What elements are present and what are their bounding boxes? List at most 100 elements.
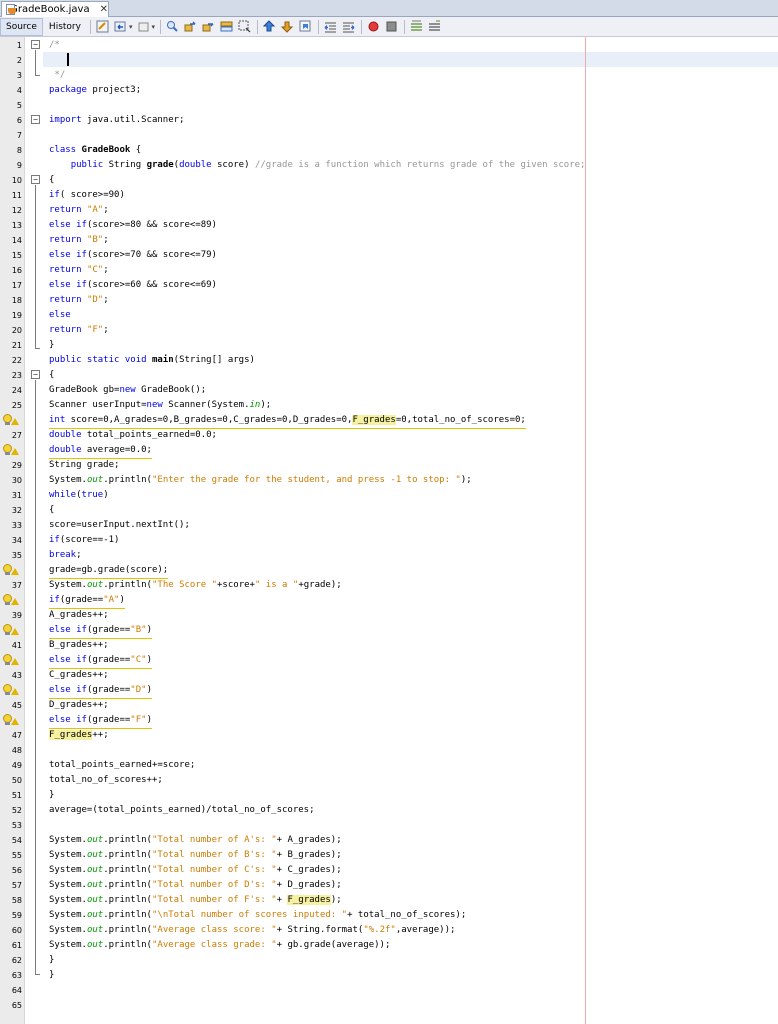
forward-icon[interactable] (135, 19, 151, 35)
previous-bookmark-icon[interactable] (262, 19, 278, 35)
code-text[interactable]: return "B"; (49, 233, 109, 248)
code-line[interactable]: 53 (0, 818, 778, 833)
code-line[interactable]: 64 (0, 983, 778, 998)
history-view-tab[interactable]: History (43, 18, 87, 36)
source-view-tab[interactable]: Source (0, 17, 43, 36)
code-line[interactable]: 38if(grade=="A") (0, 593, 778, 609)
code-text[interactable]: return "D"; (49, 293, 109, 308)
code-line[interactable]: 8 class GradeBook { (0, 143, 778, 158)
code-text[interactable]: else if(score>=60 && score<=69) (49, 278, 217, 293)
back-icon[interactable] (113, 19, 129, 35)
code-line[interactable]: 63} (0, 968, 778, 983)
code-text[interactable]: return "C"; (49, 263, 109, 278)
code-text[interactable]: /* (49, 38, 60, 53)
code-text[interactable]: C_grades++; (49, 668, 109, 683)
warning-hint-icon[interactable] (3, 714, 21, 727)
shift-right-icon[interactable] (341, 19, 357, 35)
code-line[interactable]: 10 { (0, 173, 778, 188)
code-text[interactable]: while(true) (49, 488, 109, 503)
code-text[interactable]: double average=0.0; (49, 443, 152, 459)
code-text[interactable]: System.out.println("\nTotal number of sc… (49, 908, 466, 923)
code-text[interactable]: class GradeBook { (49, 143, 141, 158)
code-line[interactable]: 57 System.out.println("Total number of D'… (0, 878, 778, 893)
code-line[interactable]: 16 return "C"; (0, 263, 778, 278)
code-text[interactable]: System.out.println("Total number of B's:… (49, 848, 342, 863)
code-line[interactable]: 18 return "D"; (0, 293, 778, 308)
code-text[interactable]: total_points_earned+=score; (49, 758, 195, 773)
comment-icon[interactable] (409, 19, 425, 35)
code-text[interactable]: if(grade=="A") (49, 593, 125, 609)
code-line[interactable]: 31 while(true) (0, 488, 778, 503)
code-text[interactable]: else if(score>=70 && score<=79) (49, 248, 217, 263)
code-text[interactable]: */ (49, 68, 65, 83)
find-selection-icon[interactable] (165, 19, 181, 35)
code-line[interactable]: 65 (0, 998, 778, 1013)
code-line[interactable]: 32 { (0, 503, 778, 518)
code-text[interactable]: if(score==-1) (49, 533, 119, 548)
code-text[interactable]: break; (49, 548, 82, 563)
code-text[interactable]: Scanner userInput=new Scanner(System.in)… (49, 398, 271, 413)
code-line[interactable]: 37 System.out.println("The Score "+score+… (0, 578, 778, 593)
code-text[interactable]: if( score>=90) (49, 188, 125, 203)
code-line[interactable]: 1 /* (0, 38, 778, 53)
code-text[interactable]: System.out.println("Total number of D's:… (49, 878, 342, 893)
code-line[interactable]: 33 score=userInput.nextInt(); (0, 518, 778, 533)
code-text[interactable]: System.out.println("Average class grade:… (49, 938, 390, 953)
code-line[interactable]: 36grade=gb.grade(score); (0, 563, 778, 579)
code-text[interactable]: GradeBook gb=new GradeBook(); (49, 383, 206, 398)
code-line[interactable]: 28double average=0.0; (0, 443, 778, 459)
code-text[interactable]: return "A"; (49, 203, 109, 218)
code-line[interactable]: 20 return "F"; (0, 323, 778, 338)
code-line[interactable]: 7 (0, 128, 778, 143)
code-text[interactable]: B_grades++; (49, 638, 109, 653)
code-line[interactable]: 50 total_no_of_scores++; (0, 773, 778, 788)
warning-hint-icon[interactable] (3, 594, 21, 607)
code-line[interactable]: 27 double total_points_earned=0.0; (0, 428, 778, 443)
warning-hint-icon[interactable] (3, 564, 21, 577)
code-line[interactable]: 41 B_grades++; (0, 638, 778, 653)
warning-hint-icon[interactable] (3, 654, 21, 667)
toggle-rectangular-selection-icon[interactable] (237, 19, 253, 35)
code-text[interactable]: average=(total_points_earned)/total_no_o… (49, 803, 315, 818)
code-text[interactable]: { (49, 173, 54, 188)
toggle-bookmark-icon[interactable] (298, 19, 314, 35)
code-text[interactable]: A_grades++; (49, 608, 109, 623)
warning-hint-icon[interactable] (3, 444, 21, 457)
code-line[interactable]: 34 if(score==-1) (0, 533, 778, 548)
code-text[interactable]: grade=gb.grade(score); (49, 563, 169, 579)
code-line[interactable]: 13 else if(score>=80 && score<=89) (0, 218, 778, 233)
code-line[interactable]: 52 average=(total_points_earned)/total_no… (0, 803, 778, 818)
back-dropdown-icon[interactable]: ▾ (129, 23, 133, 31)
code-line[interactable]: 35 break; (0, 548, 778, 563)
code-text[interactable]: else if(score>=80 && score<=89) (49, 218, 217, 233)
code-text[interactable]: public String grade(double score) //grad… (49, 158, 586, 173)
code-text[interactable]: { (49, 368, 54, 383)
code-text[interactable]: } (49, 953, 54, 968)
next-bookmark-icon[interactable] (280, 19, 296, 35)
uncomment-icon[interactable] (427, 19, 443, 35)
code-line[interactable]: 21} (0, 338, 778, 353)
find-next-icon[interactable] (201, 19, 217, 35)
code-line[interactable]: 45 D_grades++; (0, 698, 778, 713)
code-text[interactable]: } (49, 338, 54, 353)
code-text[interactable]: System.out.println("Total number of F's:… (49, 893, 342, 908)
code-line[interactable]: 47 F_grades++; (0, 728, 778, 743)
code-line[interactable]: 44else if(grade=="D") (0, 683, 778, 699)
code-text[interactable]: score=userInput.nextInt(); (49, 518, 190, 533)
code-text[interactable]: System.out.println("The Score "+score+" … (49, 578, 342, 593)
code-line[interactable]: 9 public String grade(double score) //gr… (0, 158, 778, 173)
code-line[interactable]: 22 public static void main(String[] args) (0, 353, 778, 368)
code-text[interactable]: System.out.println("Total number of A's:… (49, 833, 342, 848)
code-line[interactable]: 54 System.out.println("Total number of A'… (0, 833, 778, 848)
code-line[interactable]: 60 System.out.println("Average class scor… (0, 923, 778, 938)
code-line[interactable]: 55 System.out.println("Total number of B'… (0, 848, 778, 863)
code-line[interactable]: 23 { (0, 368, 778, 383)
code-line[interactable]: 25 Scanner userInput=new Scanner(System.i… (0, 398, 778, 413)
code-editor[interactable]: − − − − 1/* 2 3 */4 package project3; 5 6 impo… (0, 37, 778, 1024)
code-text[interactable]: public static void main(String[] args) (49, 353, 255, 368)
forward-dropdown-icon[interactable]: ▾ (151, 23, 155, 31)
code-line[interactable]: 30 System.out.println("Enter the grade fo… (0, 473, 778, 488)
warning-hint-icon[interactable] (3, 624, 21, 637)
code-text[interactable]: System.out.println("Total number of C's:… (49, 863, 342, 878)
code-text[interactable]: total_no_of_scores++; (49, 773, 163, 788)
